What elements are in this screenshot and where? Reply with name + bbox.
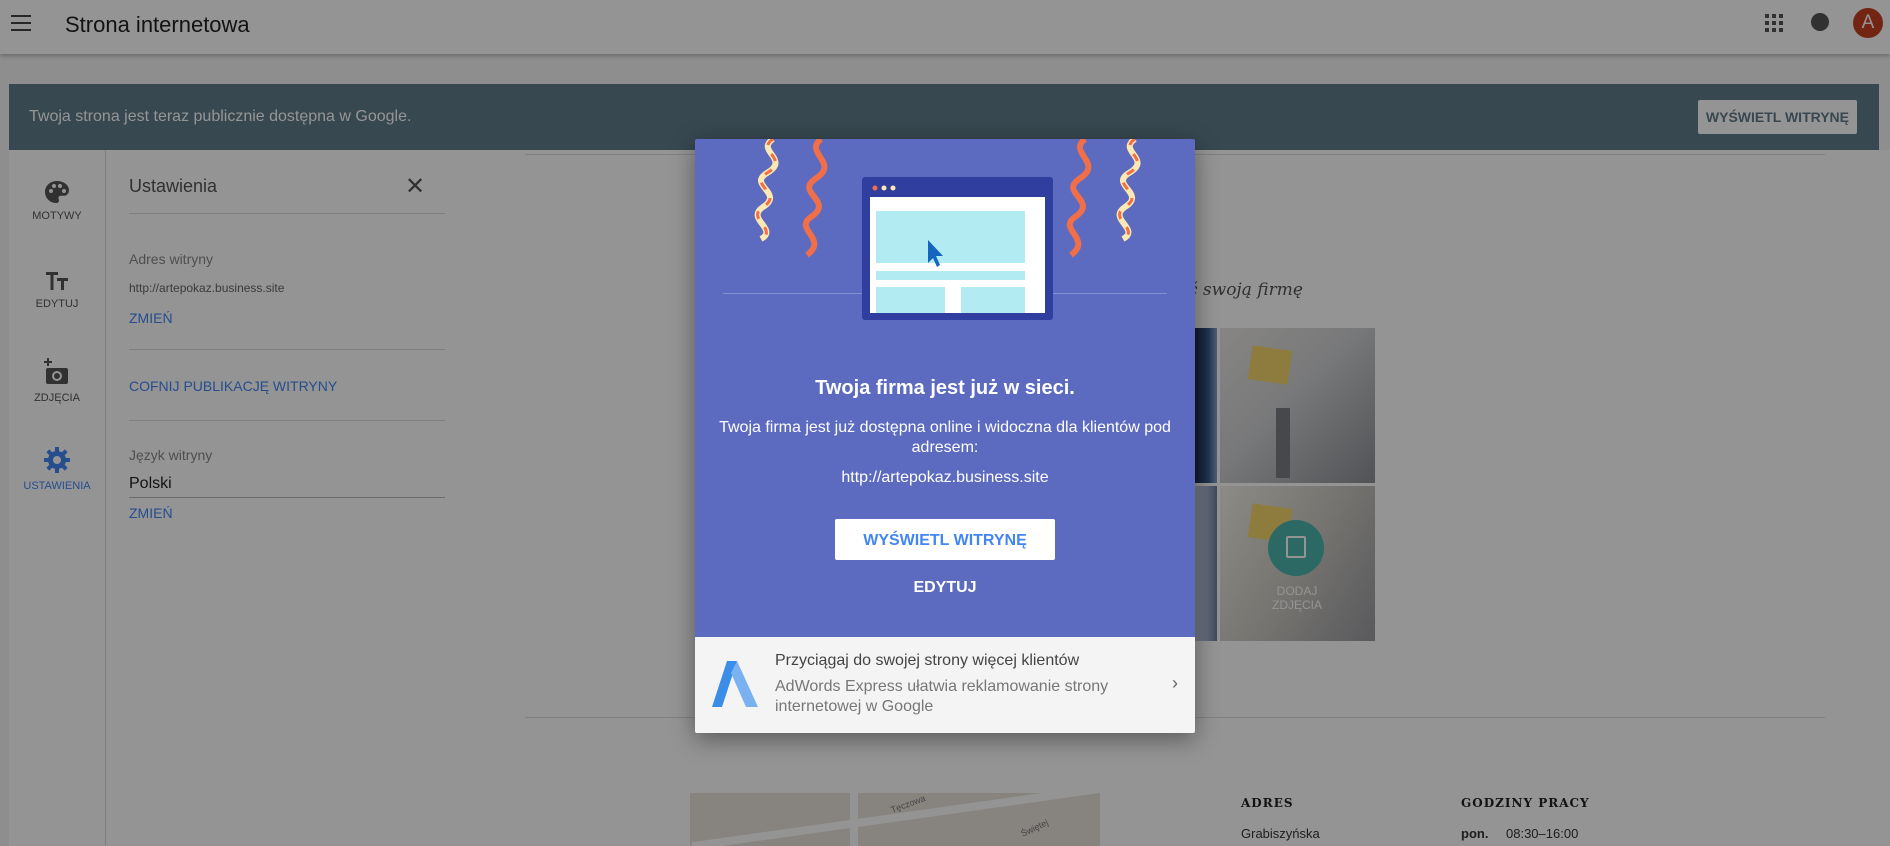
adwords-promo[interactable]: Przyciągaj do swojej strony więcej klien… — [695, 637, 1195, 733]
site-published-dialog: Twoja firma jest już w sieci. Twoja firm… — [695, 139, 1195, 733]
promo-title: Przyciągaj do swojej strony więcej klien… — [775, 652, 1080, 669]
dialog-heading: Twoja firma jest już w sieci. — [815, 377, 1075, 399]
dialog-hero: Twoja firma jest już w sieci. Twoja firm… — [695, 139, 1195, 637]
dialog-edit-button[interactable]: EDYTUJ — [695, 579, 1195, 597]
site-url: http://artepokaz.business.site — [841, 469, 1049, 486]
chevron-right-icon: › — [1172, 673, 1178, 693]
dialog-view-site-button[interactable]: WYŚWIETL WITRYNĘ — [835, 519, 1055, 560]
celebration-illustration — [754, 139, 1141, 320]
promo-text: AdWords Express ułatwia reklamowanie str… — [775, 678, 1109, 715]
dialog-body: Twoja firma jest już dostępna online i w… — [719, 419, 1171, 456]
adwords-logo-icon — [712, 661, 758, 707]
